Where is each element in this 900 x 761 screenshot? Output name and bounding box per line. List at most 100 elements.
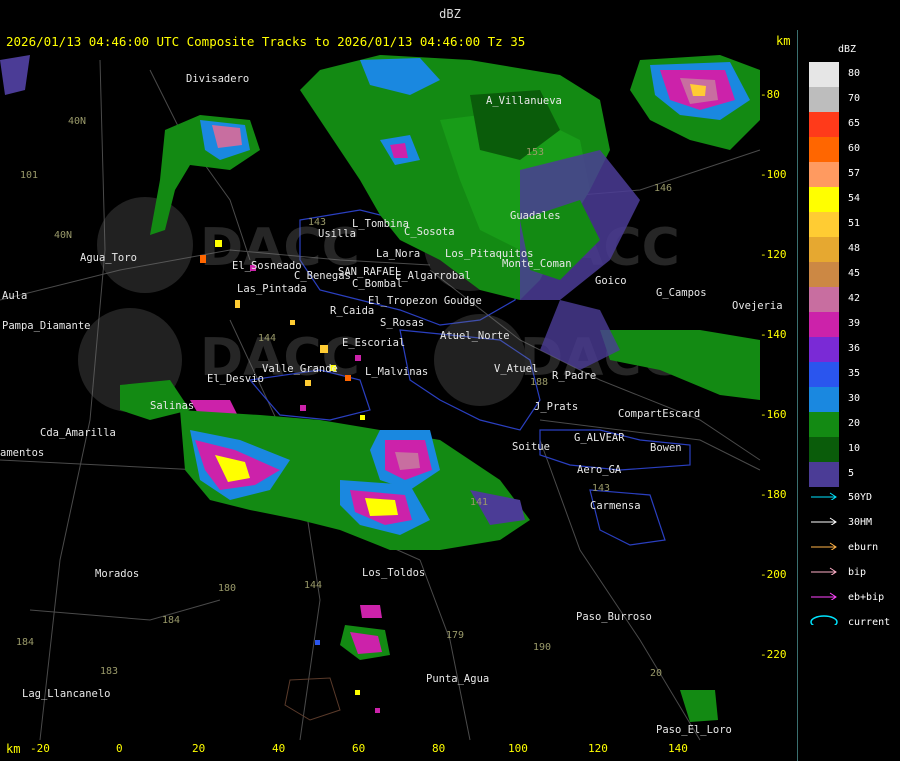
track-arrow-icon <box>811 517 837 525</box>
place-label: J_Prats <box>534 401 579 413</box>
track-arrow-icon <box>811 592 837 600</box>
place-label: Paso_Burroso <box>576 611 652 623</box>
place-label: Cda_Amarilla <box>40 427 116 439</box>
place-label: R_Padre <box>552 370 597 382</box>
place-label: S_Rosas <box>380 317 425 329</box>
route-number: 184 <box>16 637 35 648</box>
route-number: 143 <box>592 483 611 494</box>
y-axis-unit: km <box>776 34 791 48</box>
place-label: El_Tropezon Goudge <box>368 295 482 307</box>
legend-swatch-label: 70 <box>848 93 861 104</box>
route-number: 184 <box>162 615 181 626</box>
legend-swatch <box>809 462 839 487</box>
place-label: amentos <box>0 447 45 459</box>
place-label: Divisadero <box>186 73 250 85</box>
y-tick: -140 <box>760 328 787 341</box>
legend-swatch <box>809 312 839 337</box>
legend-swatch <box>809 412 839 437</box>
legend-swatch-label: 65 <box>848 118 861 129</box>
route-number: 144 <box>258 333 277 344</box>
route-number: 146 <box>654 183 673 194</box>
legend-swatch <box>809 387 839 412</box>
x-tick: -20 <box>30 742 50 755</box>
place-label: Ovejeria <box>732 300 783 312</box>
place-label: Goico <box>595 275 627 287</box>
legend-title: dBZ <box>838 44 857 55</box>
legend-swatch-label: 20 <box>848 418 861 429</box>
place-label: Aero_GA <box>577 464 622 476</box>
x-tick: 20 <box>192 742 206 755</box>
route-number: 179 <box>446 630 465 641</box>
x-tick: 60 <box>352 742 366 755</box>
route-number: 141 <box>470 497 489 508</box>
legend-swatch-label: 48 <box>848 243 861 254</box>
route-number: 183 <box>100 666 119 677</box>
legend-swatch <box>809 362 839 387</box>
legend-swatch-label: 30 <box>848 393 861 404</box>
route-number: 143 <box>308 217 327 228</box>
place-label: Pampa_Diamante <box>2 320 91 332</box>
legend-swatch <box>809 337 839 362</box>
track-label: eb+bip <box>848 592 885 603</box>
place-label: Carmensa <box>590 500 641 512</box>
place-label: E_Escorial <box>342 337 406 349</box>
legend-swatch <box>809 112 839 137</box>
place-label: Las_Pintada <box>237 283 307 295</box>
y-tick: -80 <box>760 88 780 101</box>
y-tick: -120 <box>760 248 787 261</box>
place-label: Guadales <box>510 210 561 222</box>
place-label: Bowen <box>650 442 682 454</box>
place-label: E_Algarrobal <box>395 270 471 282</box>
x-tick: 100 <box>508 742 528 755</box>
route-number: 20 <box>650 668 663 679</box>
track-label: eburn <box>848 542 879 553</box>
place-label: Aula <box>2 290 28 302</box>
place-label: G_ALVEAR <box>574 432 625 444</box>
legend-swatch <box>809 137 839 162</box>
route-number: 40N <box>68 116 87 127</box>
place-label: C_Sosota <box>404 226 455 238</box>
place-label: Lag_Llancanelo <box>22 688 111 700</box>
legend-swatch-label: 39 <box>848 318 861 329</box>
place-label: Agua_Toro <box>80 252 137 264</box>
place-label: R_Caida <box>330 305 375 317</box>
legend-swatch <box>809 262 839 287</box>
place-label: Paso_El_Loro <box>656 724 732 736</box>
legend-swatch <box>809 212 839 237</box>
track-label: current <box>848 617 891 628</box>
x-tick: 0 <box>116 742 123 755</box>
route-number: 188 <box>530 377 549 388</box>
place-label: G_Campos <box>656 287 707 299</box>
track-label: 50YD <box>848 492 873 503</box>
place-label: V_Atuel <box>494 363 539 375</box>
legend-swatch <box>809 187 839 212</box>
x-tick: 120 <box>588 742 608 755</box>
legend-swatch-label: 54 <box>848 193 861 204</box>
place-label: Atuel_Norte <box>440 330 510 342</box>
legend-swatch-label: 57 <box>848 168 861 179</box>
radar-canvas: DACC DACC DACC DACC <box>0 55 761 741</box>
y-tick: -160 <box>760 408 787 421</box>
x-tick: 40 <box>272 742 286 755</box>
y-tick: -180 <box>760 488 787 501</box>
route-number: 190 <box>533 642 552 653</box>
radar-map[interactable]: DACC DACC DACC DACC <box>0 30 798 761</box>
y-tick: -100 <box>760 168 787 181</box>
route-number: 144 <box>304 580 323 591</box>
legend-swatch <box>809 287 839 312</box>
color-legend: dBZ 80 70 65 60 57 54 51 48 45 42 39 36 35 30 20 10 5 50… <box>798 30 900 761</box>
place-label: CompartEscard <box>618 408 701 420</box>
place-label: El_Sosneado <box>232 260 302 272</box>
legend-swatch-label: 36 <box>848 343 861 354</box>
route-number: 101 <box>20 170 39 181</box>
track-arrow-icon <box>811 567 837 575</box>
legend-swatch-label: 45 <box>848 268 861 279</box>
legend-swatch-label: 51 <box>848 218 861 229</box>
legend-swatch <box>809 62 839 87</box>
place-label: Valle_Grande <box>262 363 338 375</box>
x-tick: 140 <box>668 742 688 755</box>
legend-swatch-label: 60 <box>848 143 861 154</box>
legend-swatch-label: 80 <box>848 68 861 79</box>
composite-header: 2026/01/13 04:46:00 UTC Composite Tracks… <box>6 34 526 49</box>
legend-swatch-label: 42 <box>848 293 861 304</box>
